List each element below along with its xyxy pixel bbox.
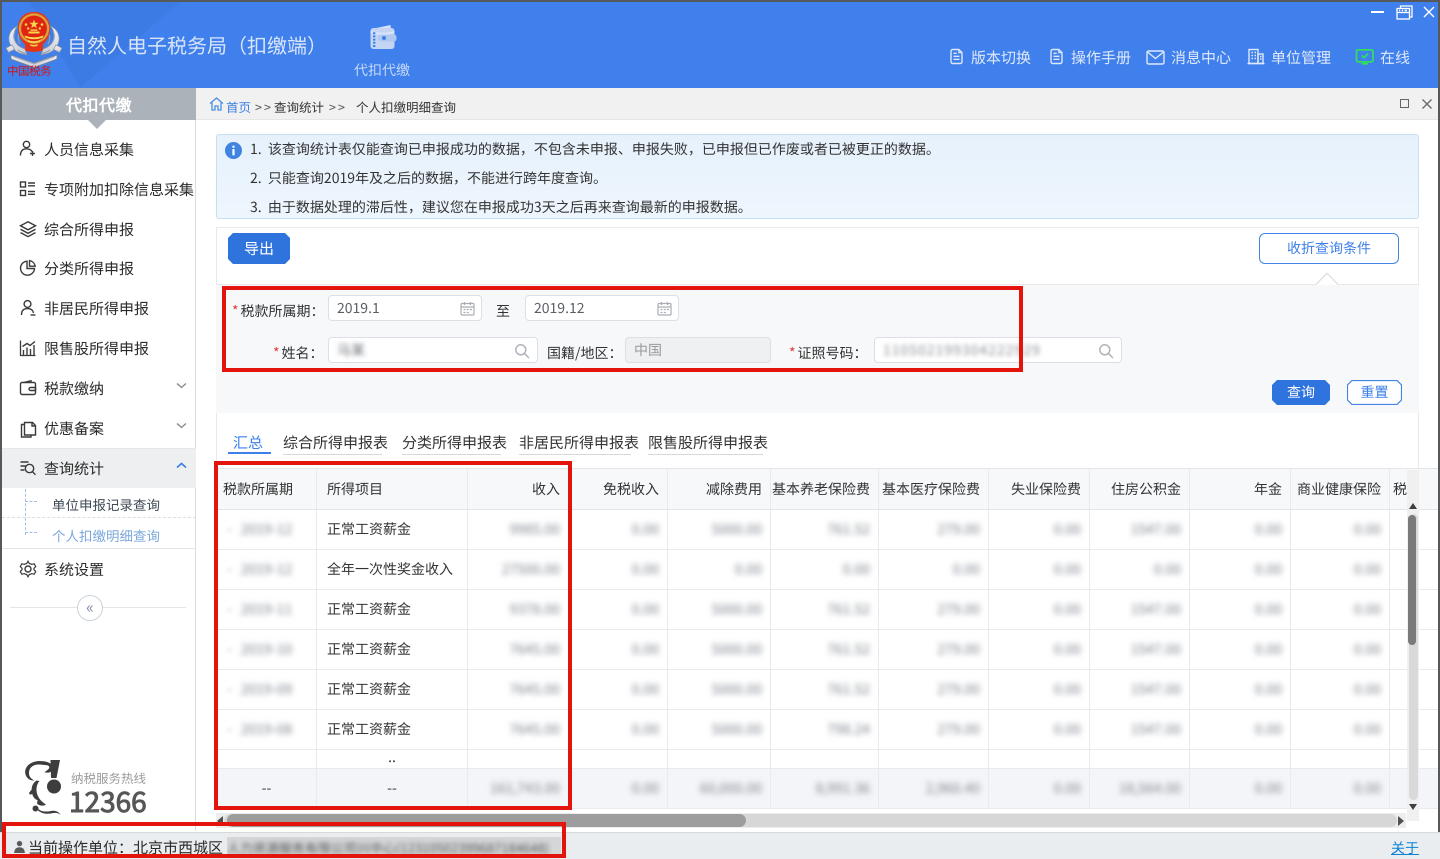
svg-text:中国税务: 中国税务 [7,63,52,79]
svg-text:重置: 重置 [1361,382,1389,402]
